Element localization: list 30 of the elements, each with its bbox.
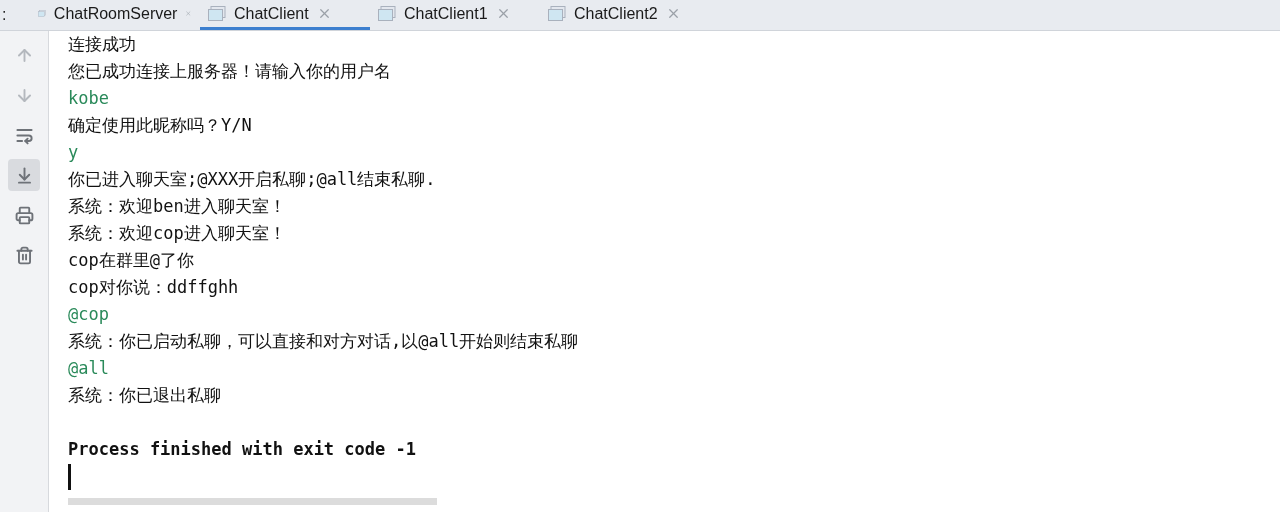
user-input-line: @all (68, 357, 109, 380)
console-output-line: 你已进入聊天室;@XXX开启私聊;@all结束私聊. (68, 168, 436, 191)
console-output-line: Process finished with exit code -1 (68, 438, 416, 461)
tab-label: ChatRoomServer (53, 3, 178, 24)
console-output-line: 您已成功连接上服务器！请输入你的用户名 (68, 60, 391, 83)
tab[interactable]: ChatClient2 (540, 0, 710, 30)
print-icon (14, 205, 34, 225)
tab[interactable]: ChatClient1 (370, 0, 540, 30)
console-output-line: 确定使用此昵称吗？Y/N (68, 114, 252, 137)
tab-label: ChatClient (234, 3, 309, 24)
user-input-line: y (68, 141, 79, 164)
window-icon (208, 6, 226, 21)
window-icon (548, 6, 566, 21)
tab-label: ChatClient2 (574, 3, 658, 24)
user-input-line: kobe (68, 87, 109, 110)
console-output-line: cop在群里@了你 (68, 249, 194, 272)
tab[interactable]: ChatRoomServer (30, 0, 200, 30)
console-output-line: 连接成功 (68, 33, 136, 56)
console-output-line: 系统：你已启动私聊，可以直接和对方对话,以@all开始则结束私聊 (68, 330, 579, 353)
window-icon (378, 6, 396, 21)
console-output-line: 系统：欢迎cop进入聊天室！ (68, 222, 286, 245)
tab-label: ChatClient1 (404, 3, 488, 24)
console-output-line: cop对你说：ddffghh (68, 276, 239, 299)
console-output-line: 系统：欢迎ben进入聊天室！ (68, 195, 286, 218)
trash-icon (14, 245, 34, 265)
console-output-line: 系统：你已退出私聊 (68, 384, 221, 407)
tab-overflow-mark: : (1, 5, 8, 25)
text-cursor (68, 464, 71, 490)
horizontal-scrollbar[interactable] (68, 498, 437, 505)
user-input-line: @cop (68, 303, 109, 326)
